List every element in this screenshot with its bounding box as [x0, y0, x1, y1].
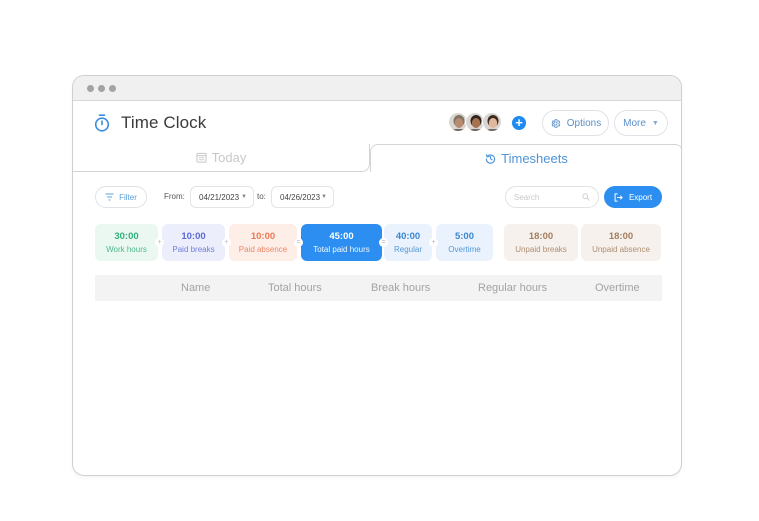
- from-date-select[interactable]: 04/21/2023 ▼: [190, 186, 254, 208]
- history-icon: [485, 154, 496, 164]
- column-header[interactable]: Overtime: [595, 282, 640, 294]
- timesheet-toolbar: Filter From: 04/21/2023 ▼ to: 04/26/2023…: [73, 186, 681, 208]
- app-window: Time Clock + Options More ▼ Today Timesh…: [72, 75, 682, 476]
- stopwatch-icon: [94, 114, 110, 132]
- summary-card[interactable]: 18:00 Unpaid absence: [581, 224, 661, 261]
- tab-today[interactable]: Today: [73, 144, 370, 172]
- summary-card-value: 18:00: [528, 231, 554, 242]
- filter-icon: [105, 193, 114, 201]
- tab-today-label: Today: [211, 150, 247, 165]
- summary-card[interactable]: 45:00 Total paid hours: [301, 224, 382, 261]
- tab-timesheets-label: Timesheets: [501, 151, 568, 166]
- export-icon: [614, 192, 623, 202]
- to-date-value: 04/26/2023: [280, 192, 321, 202]
- more-button[interactable]: More ▼: [614, 110, 668, 136]
- gear-icon: [551, 118, 561, 128]
- view-tabs: Today Timesheets: [73, 144, 681, 172]
- person-avatar-icon: [483, 113, 501, 131]
- equals-operator-icon: =: [294, 238, 303, 247]
- options-label: Options: [566, 117, 602, 129]
- plus-operator-icon: +: [429, 238, 438, 247]
- chevron-down-icon: ▼: [241, 194, 247, 200]
- tab-timesheets[interactable]: Timesheets: [370, 144, 681, 172]
- summary-card-value: 45:00: [329, 231, 354, 242]
- add-member-button[interactable]: +: [512, 116, 526, 130]
- summary-card-label: Work hours: [106, 245, 147, 254]
- summary-cards: 30:00 Work hours +10:00 Paid breaks +10:00 Pa…: [95, 224, 665, 262]
- calendar-icon: [196, 152, 207, 163]
- summary-card-value: 10:00: [250, 231, 276, 242]
- more-label: More: [623, 117, 646, 129]
- chevron-down-icon: ▼: [651, 119, 659, 127]
- plus-operator-icon: +: [155, 238, 164, 247]
- filter-label: Filter: [119, 192, 137, 202]
- from-label: From:: [164, 192, 185, 201]
- export-label: Export: [628, 192, 653, 202]
- to-date-select[interactable]: 04/26/2023 ▼: [271, 186, 334, 208]
- summary-card-label: Total paid hours: [313, 245, 370, 254]
- column-header[interactable]: Name: [181, 282, 210, 294]
- export-button[interactable]: Export: [604, 186, 662, 208]
- to-label: to:: [257, 192, 266, 201]
- window-titlebar: [73, 76, 681, 101]
- app-header: Time Clock + Options More ▼: [73, 101, 681, 145]
- plus-operator-icon: +: [222, 238, 231, 247]
- summary-card[interactable]: 10:00 Paid breaks: [162, 224, 225, 261]
- search-icon: [582, 193, 590, 201]
- search-input[interactable]: Search: [505, 186, 599, 208]
- page-title: Time Clock: [121, 113, 207, 132]
- team-avatars[interactable]: [448, 112, 502, 132]
- chevron-down-icon: ▼: [321, 194, 327, 200]
- summary-card-label: Unpaid absence: [592, 245, 650, 254]
- equals-operator-icon: =: [379, 238, 388, 247]
- search-placeholder: Search: [514, 192, 540, 202]
- filter-button[interactable]: Filter: [95, 186, 147, 208]
- summary-card-value: 30:00: [114, 231, 139, 242]
- summary-card-label: Paid absence: [238, 245, 288, 254]
- summary-card[interactable]: 40:00 Regular: [384, 224, 432, 261]
- app-title: Time Clock: [94, 113, 206, 133]
- column-header[interactable]: Total hours: [268, 282, 322, 294]
- options-button[interactable]: Options: [542, 110, 609, 136]
- summary-card[interactable]: 18:00 Unpaid breaks: [504, 224, 578, 261]
- column-header[interactable]: Break hours: [371, 282, 430, 294]
- from-date-value: 04/21/2023: [199, 192, 240, 202]
- summary-card-value: 5:00: [454, 231, 474, 242]
- avatar[interactable]: [482, 112, 502, 132]
- summary-card-label: Overtime: [448, 245, 481, 254]
- table-header: Name Total hours Break hours Regular hours O…: [95, 275, 662, 301]
- summary-card-value: 18:00: [608, 231, 634, 242]
- window-control-dot[interactable]: [98, 84, 105, 92]
- column-header[interactable]: Regular hours: [478, 282, 547, 294]
- summary-card-value: 40:00: [395, 231, 421, 242]
- summary-card-label: Paid breaks: [172, 245, 215, 254]
- summary-card[interactable]: 5:00 Overtime: [436, 224, 493, 261]
- window-control-dot[interactable]: [109, 84, 116, 92]
- summary-card[interactable]: 10:00 Paid absence: [229, 224, 297, 261]
- summary-card-label: Unpaid breaks: [515, 245, 567, 254]
- summary-card[interactable]: 30:00 Work hours: [95, 224, 158, 261]
- summary-card-value: 10:00: [181, 231, 206, 242]
- summary-card-label: Regular: [393, 245, 422, 254]
- window-control-dot[interactable]: [87, 84, 94, 92]
